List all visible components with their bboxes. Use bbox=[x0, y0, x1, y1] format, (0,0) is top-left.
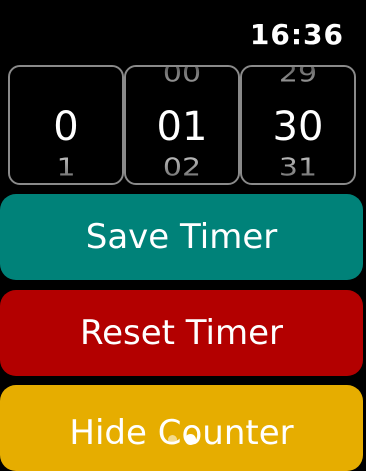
hide-counter-button[interactable]: Hide Counter bbox=[0, 385, 363, 471]
minutes-picker[interactable]: 00 01 02 bbox=[124, 65, 240, 185]
reset-timer-button[interactable]: Reset Timer bbox=[0, 290, 363, 376]
hide-counter-label: Hide Counter bbox=[69, 413, 294, 453]
minutes-picker-prev-value: 00 bbox=[162, 65, 202, 88]
status-time: 16:36 bbox=[249, 18, 344, 51]
seconds-picker-prev-value: 29 bbox=[278, 65, 318, 88]
page-dot-2-active bbox=[184, 434, 196, 445]
hours-picker-selected-value: 0 bbox=[53, 104, 79, 150]
hours-picker[interactable]: 0 1 bbox=[8, 65, 124, 185]
minutes-picker-next-value: 02 bbox=[162, 153, 202, 182]
reset-timer-label: Reset Timer bbox=[80, 313, 283, 353]
time-pickers: 0 1 00 01 02 29 30 31 bbox=[8, 65, 356, 185]
hours-picker-next-value: 1 bbox=[56, 153, 76, 182]
save-timer-button[interactable]: Save Timer bbox=[0, 194, 363, 280]
seconds-picker[interactable]: 29 30 31 bbox=[240, 65, 356, 185]
save-timer-label: Save Timer bbox=[85, 217, 278, 257]
seconds-picker-next-value: 31 bbox=[278, 153, 318, 182]
minutes-picker-selected-value: 01 bbox=[156, 104, 208, 150]
page-indicator bbox=[0, 434, 363, 445]
seconds-picker-selected-value: 30 bbox=[272, 104, 324, 150]
page-dot-1 bbox=[167, 435, 177, 444]
